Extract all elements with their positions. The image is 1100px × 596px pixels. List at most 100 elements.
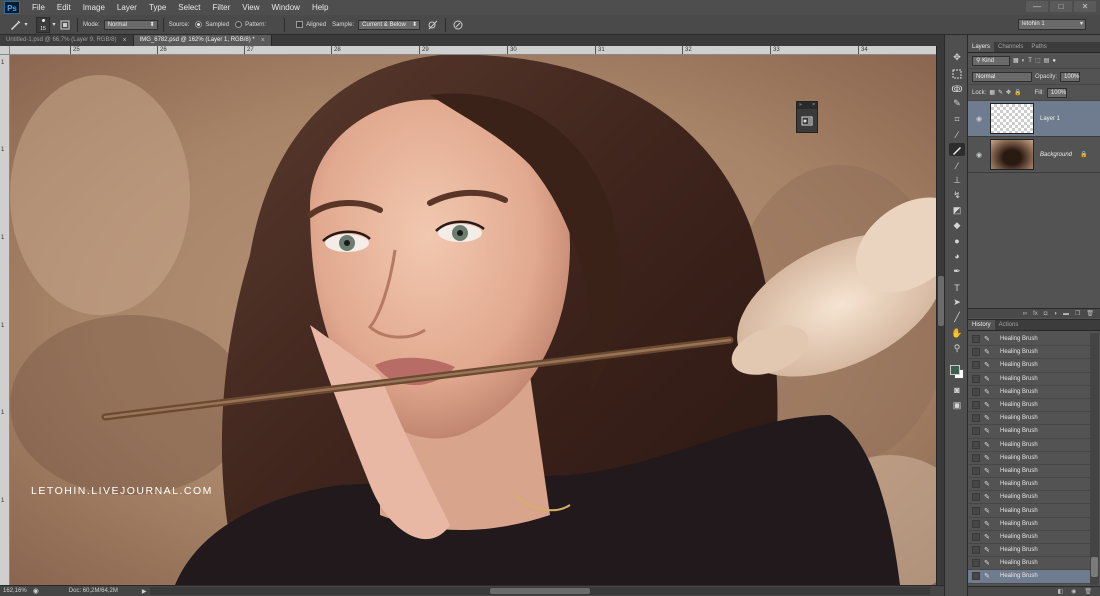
menu-layer[interactable]: Layer	[111, 3, 143, 12]
lock-pixels-icon[interactable]: ✎	[998, 89, 1003, 96]
layer-style-icon[interactable]: fx	[1033, 309, 1038, 318]
history-state-row[interactable]: ✎ Healing Brush	[968, 346, 1090, 360]
menu-type[interactable]: Type	[143, 3, 172, 12]
link-layers-icon[interactable]: ∞	[1023, 309, 1027, 318]
history-state-row[interactable]: ✎ Healing Brush	[968, 478, 1090, 492]
scroll-thumb[interactable]	[490, 588, 590, 594]
path-selection-tool-icon[interactable]: ➤	[949, 296, 965, 309]
ignore-adjustment-layers-icon[interactable]	[426, 18, 440, 32]
horizontal-scrollbar[interactable]	[150, 587, 930, 595]
floating-panel-header[interactable]: » ×	[797, 102, 817, 109]
aligned-checkbox[interactable]	[296, 21, 304, 28]
quick-mask-icon[interactable]: ◙	[949, 383, 965, 396]
history-source-checkbox[interactable]	[972, 387, 980, 396]
history-state-row[interactable]: ✎ Healing Brush	[968, 373, 1090, 386]
menu-select[interactable]: Select	[172, 3, 206, 12]
history-scrollbar[interactable]	[1090, 333, 1099, 585]
scroll-thumb[interactable]	[1091, 557, 1098, 577]
history-state-row[interactable]: ✎ Healing Brush	[968, 557, 1090, 571]
fill-input[interactable]: 100%	[1046, 87, 1067, 98]
pressure-size-icon[interactable]	[451, 18, 465, 32]
smart-object-filter-icon[interactable]: ▤	[1044, 57, 1050, 64]
history-state-row[interactable]: ✎ Healing Brush	[968, 570, 1090, 584]
trash-icon[interactable]: 🗑	[1086, 309, 1094, 318]
close-icon[interactable]: ×	[812, 102, 815, 109]
clone-stamp-tool-icon[interactable]: ⊥	[949, 174, 965, 187]
snapshot-icon[interactable]: ◉	[1071, 587, 1076, 596]
brush-panel-toggle-icon[interactable]	[58, 18, 72, 32]
history-state-row[interactable]: ✎ Healing Brush	[968, 452, 1090, 465]
tab-img-6782[interactable]: IMG_6782.psd @ 162% (Layer 1, RGB/8) * ×	[133, 35, 272, 46]
history-source-checkbox[interactable]	[972, 440, 980, 449]
lock-position-icon[interactable]: ✥	[1006, 89, 1011, 96]
history-source-checkbox[interactable]	[972, 519, 980, 528]
tab-channels[interactable]: Channels	[994, 42, 1027, 52]
crop-tool-icon[interactable]: ⌗	[949, 113, 965, 126]
history-source-checkbox[interactable]	[972, 493, 980, 502]
tab-paths[interactable]: Paths	[1027, 42, 1050, 52]
type-filter-icon[interactable]: T	[1028, 58, 1032, 64]
history-source-checkbox[interactable]	[972, 401, 980, 410]
history-state-row[interactable]: ✎ Healing Brush	[968, 544, 1090, 558]
history-state-row[interactable]: ✎ Healing Brush	[968, 465, 1090, 479]
adjustment-filter-icon[interactable]: ◐	[1022, 58, 1026, 64]
zoom-level[interactable]: 162,16%	[3, 588, 27, 594]
menu-image[interactable]: Image	[77, 3, 111, 12]
mode-select[interactable]: Normal ⬍	[103, 19, 158, 30]
hand-tool-icon[interactable]: ✋	[949, 327, 965, 340]
minimize-button[interactable]: —	[1026, 1, 1048, 12]
menu-edit[interactable]: Edit	[51, 3, 77, 12]
vertical-ruler[interactable]: 1 1 1 1 1 1	[0, 55, 10, 585]
history-source-checkbox[interactable]	[972, 572, 980, 581]
new-group-icon[interactable]: ▬	[1063, 309, 1069, 318]
sample-select[interactable]: Current & Below ⬍	[358, 19, 421, 30]
menu-view[interactable]: View	[236, 3, 265, 12]
visibility-eye-icon[interactable]: ◉	[974, 115, 984, 123]
lock-transparent-icon[interactable]: ▦	[989, 89, 995, 96]
history-source-checkbox[interactable]	[972, 532, 980, 541]
screen-mode-icon[interactable]: ▣	[949, 399, 965, 412]
history-source-checkbox[interactable]	[972, 414, 980, 423]
eyedropper-tool-icon[interactable]: ⁄	[949, 128, 965, 141]
history-source-checkbox[interactable]	[972, 559, 980, 568]
dodge-tool-icon[interactable]: ◕	[949, 249, 965, 262]
blend-mode-select[interactable]: Normal	[972, 71, 1032, 82]
maximize-button[interactable]: □	[1050, 1, 1072, 12]
quick-selection-tool-icon[interactable]: ✎	[949, 97, 965, 110]
lasso-tool-icon[interactable]: ↂ	[949, 83, 965, 96]
menu-help[interactable]: Help	[306, 3, 334, 12]
clone-source-floating-panel[interactable]: » ×	[796, 101, 818, 133]
history-state-row[interactable]: ✎ Healing Brush	[968, 504, 1090, 518]
add-mask-icon[interactable]: ◘	[1044, 309, 1048, 318]
brush-tool-icon[interactable]: ⁄	[949, 159, 965, 172]
history-source-checkbox[interactable]	[972, 335, 980, 344]
history-state-row[interactable]: ✎ Healing Brush	[968, 333, 1090, 347]
close-icon[interactable]: ×	[261, 35, 265, 46]
foreground-color-swatch[interactable]	[950, 365, 960, 375]
menu-window[interactable]: Window	[266, 3, 306, 12]
clone-source-icon[interactable]	[797, 109, 817, 132]
preset-dropdown-icon[interactable]: ▾	[22, 18, 30, 32]
tab-history[interactable]: History	[968, 320, 995, 330]
document-canvas[interactable]	[10, 55, 936, 585]
layer-row-background[interactable]: ◉ Background 🔒	[968, 137, 1100, 173]
history-state-row[interactable]: ✎ Healing Brush	[968, 386, 1090, 399]
adjustment-layer-icon[interactable]: ◑	[1053, 309, 1057, 318]
healing-brush-tool-icon[interactable]	[949, 143, 965, 156]
history-source-checkbox[interactable]	[972, 348, 980, 357]
shape-tool-icon[interactable]: ╱	[949, 311, 965, 324]
pattern-radio[interactable]	[235, 21, 243, 28]
history-state-row[interactable]: ✎ Healing Brush	[968, 359, 1090, 373]
ruler-corner[interactable]	[0, 46, 10, 55]
kind-filter-select[interactable]: ⚲ Kind	[972, 55, 1010, 66]
new-document-from-state-icon[interactable]: ◧	[1057, 587, 1063, 596]
status-menu-arrow-icon[interactable]: ▶	[142, 588, 147, 595]
type-tool-icon[interactable]: T	[949, 281, 965, 294]
paint-bucket-tool-icon[interactable]: ◆	[949, 219, 965, 232]
layer-row-layer-1[interactable]: ◉ Layer 1	[968, 101, 1100, 137]
history-brush-tool-icon[interactable]: ↯	[949, 189, 965, 202]
visibility-eye-icon[interactable]: ◉	[974, 151, 984, 159]
close-icon[interactable]: ×	[122, 35, 126, 46]
horizontal-ruler[interactable]: 25 26 27 28 29 30 31 32 33 34	[10, 46, 936, 55]
history-state-row[interactable]: ✎ Healing Brush	[968, 412, 1090, 426]
